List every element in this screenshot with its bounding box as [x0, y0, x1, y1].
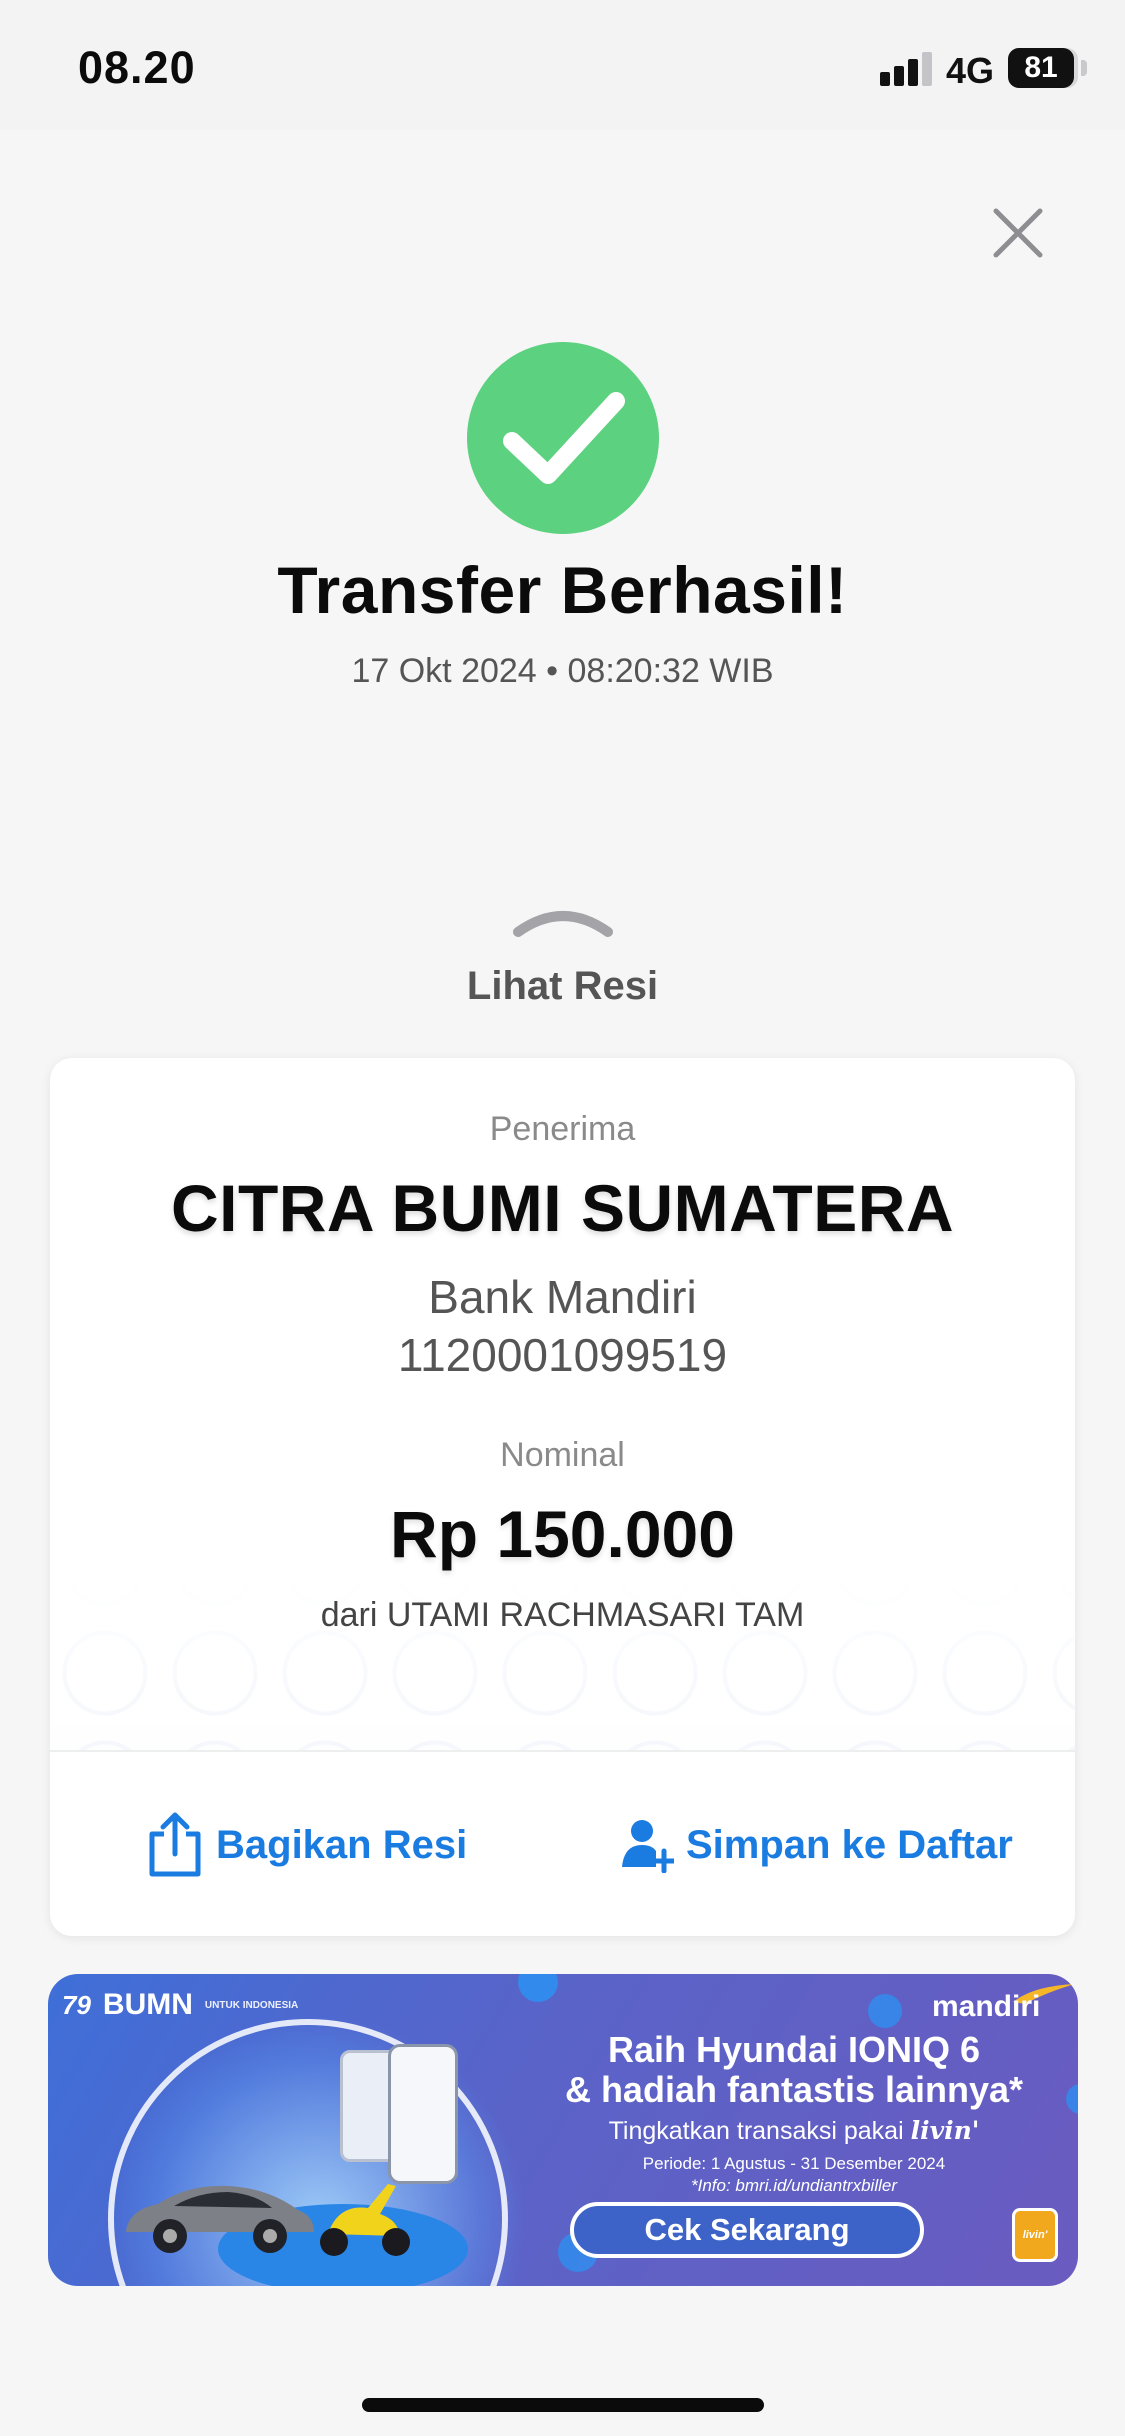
page-title: Transfer Berhasil! — [277, 553, 848, 627]
close-icon — [993, 208, 1043, 258]
sender-name: dari UTAMI RACHMASARI TAM — [320, 1596, 805, 1634]
promo-headline-2: & hadiah fantastis lainnya* — [564, 2069, 1024, 2110]
mandiri-logo: mandiri — [932, 1990, 1041, 2023]
success-badge — [467, 342, 659, 534]
promo-partner-logos: 79 BUMN UNTUK INDONESIA — [62, 1988, 298, 2022]
promo-info: *Info: bmri.id/undiantrxbiller — [691, 2176, 897, 2195]
network-type: 4G — [946, 50, 995, 91]
scooter-image — [320, 2184, 410, 2256]
close-button[interactable] — [990, 205, 1046, 261]
transaction-timestamp: 17 Okt 2024 • 08:20:32 WIB — [351, 652, 774, 690]
view-receipt-button[interactable]: Lihat Resi — [0, 964, 1125, 1009]
signal-icon — [880, 50, 936, 86]
battery-cap — [1081, 60, 1087, 76]
recipient-bank: Bank Mandiri — [428, 1271, 697, 1323]
status-time: 08.20 — [78, 42, 196, 93]
livin-app-icon: livin' — [1012, 2208, 1058, 2262]
promo-headline: Raih Hyundai IONIQ 6 — [607, 2029, 981, 2070]
home-indicator[interactable] — [362, 2398, 764, 2412]
receipt-actions: Bagikan Resi Simpan ke Daftar — [50, 1750, 1075, 1936]
promo-period: Periode: 1 Agustus - 31 Desember 2024 — [642, 2154, 946, 2173]
account-number: 1120001099519 — [397, 1329, 728, 1381]
anniversary-logo: 79 — [62, 1989, 91, 2020]
promo-subtitle: Tingkatkan transaksi pakai livin' — [544, 2116, 1044, 2146]
phone-image — [388, 2044, 458, 2184]
share-receipt-label: Bagikan Resi — [216, 1822, 468, 1867]
promo-banner[interactable]: 79 BUMN UNTUK INDONESIA mandiri Raih Hyu… — [48, 1974, 1078, 2286]
recipient-label: Penerima — [489, 1110, 636, 1148]
livin-logo: livin' — [910, 2116, 980, 2145]
promo-subtitle-text: Tingkatkan transaksi pakai — [608, 2117, 904, 2145]
chevron-up-icon[interactable] — [512, 902, 614, 938]
recipient-name: CITRA BUMI SUMATERA — [170, 1171, 955, 1245]
amount-label: Nominal — [500, 1436, 625, 1474]
share-receipt-button[interactable]: Bagikan Resi — [146, 1752, 467, 1936]
receipt-card: Penerima CITRA BUMI SUMATERA Bank Mandir… — [50, 1058, 1075, 1936]
save-to-list-label: Simpan ke Daftar — [686, 1822, 1013, 1867]
check-now-button[interactable]: Cek Sekarang — [570, 2202, 924, 2258]
battery-icon: 81 — [1008, 48, 1074, 88]
bumn-logo: BUMN — [102, 1988, 193, 2021]
add-person-icon — [622, 1820, 674, 1873]
status-bar: 08.20 4G 81 — [0, 0, 1125, 130]
car-image — [126, 2185, 314, 2253]
share-icon — [149, 1812, 201, 1877]
check-icon — [503, 392, 625, 484]
bumn-tagline: UNTUK INDONESIA — [204, 1999, 299, 2011]
transfer-amount: Rp 150.000 — [390, 1497, 735, 1571]
save-to-list-button[interactable]: Simpan ke Daftar — [622, 1752, 1013, 1936]
